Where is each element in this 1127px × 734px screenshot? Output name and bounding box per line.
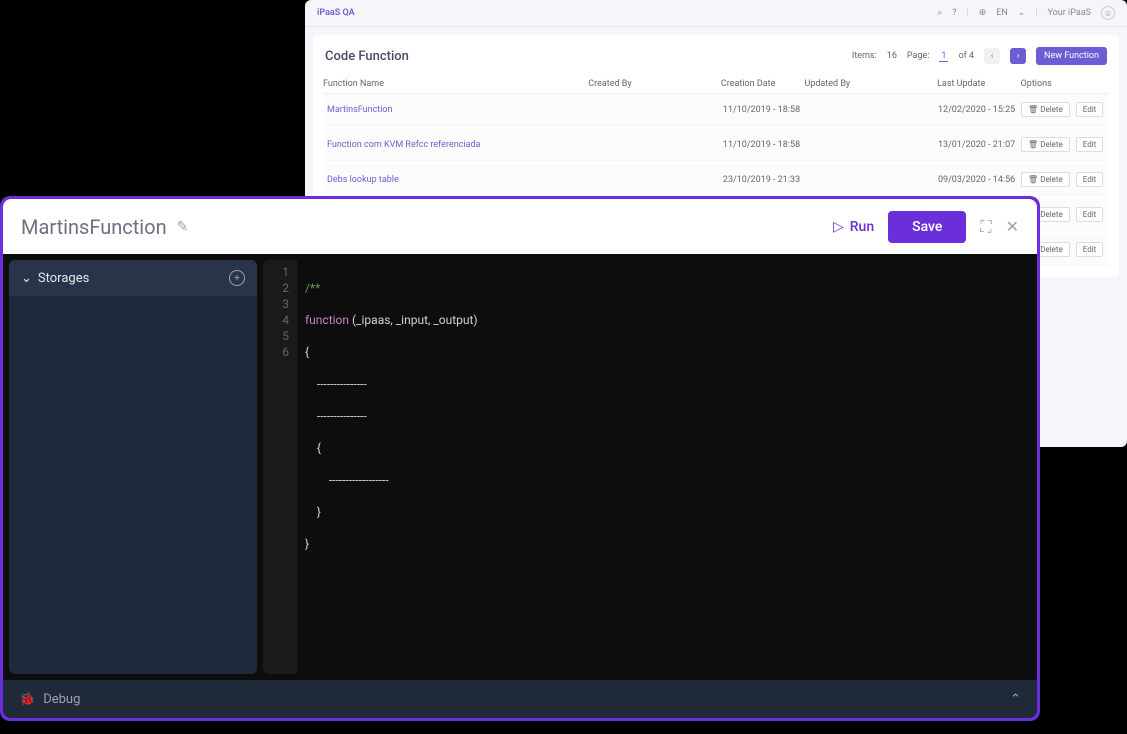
- cell-last-update: 13/01/2020 - 21:07: [938, 140, 1021, 150]
- delete-button[interactable]: 🗑 Delete: [1021, 102, 1070, 117]
- trash-icon: 🗑: [1028, 105, 1038, 114]
- save-button[interactable]: Save: [888, 211, 966, 243]
- add-storage-button[interactable]: +: [229, 270, 245, 286]
- app-header: iPaaS QA ⌕ ? | ⊕ EN ⌄ | Your iPaaS ☺: [305, 0, 1127, 27]
- new-function-button[interactable]: New Function: [1036, 47, 1107, 65]
- page-total: of 4: [958, 51, 974, 61]
- col-created-by: Created By: [588, 79, 721, 89]
- debug-label: Debug: [43, 692, 80, 707]
- trash-icon: 🗑: [1028, 140, 1038, 149]
- cell-last-update: 12/02/2020 - 15:25: [938, 105, 1021, 115]
- col-updated-by: Updated By: [804, 79, 937, 89]
- trash-icon: 🗑: [1028, 175, 1038, 184]
- language-label[interactable]: EN: [996, 8, 1008, 18]
- edit-button[interactable]: Edit: [1076, 102, 1104, 117]
- cell-name[interactable]: Function com KVM Refcc referenciada: [327, 140, 591, 150]
- table-row[interactable]: MartinsFunction 11/10/2019 - 18:58 12/02/2…: [323, 94, 1109, 126]
- bug-icon: 🐞: [19, 692, 35, 707]
- col-creation-date: Creation Date: [721, 79, 805, 89]
- col-function-name: Function Name: [323, 79, 588, 89]
- code-editor-panel: MartinsFunction ✎ ▷ Run Save ⛶ ✕ ⌄ Stora…: [0, 196, 1040, 721]
- cell-creation-date: 11/10/2019 - 18:58: [723, 140, 806, 150]
- table-header: Function Name Created By Creation Date U…: [323, 75, 1109, 94]
- chevron-up-icon[interactable]: ⌃: [1010, 692, 1021, 707]
- cell-creation-date: 23/10/2019 - 21:33: [723, 175, 806, 185]
- edit-title-icon[interactable]: ✎: [177, 219, 189, 235]
- chevron-down-icon[interactable]: ⌄: [21, 271, 32, 286]
- edit-button[interactable]: Edit: [1076, 172, 1104, 187]
- user-label: Your iPaaS: [1048, 8, 1091, 18]
- page-number[interactable]: 1: [939, 51, 948, 62]
- globe-icon: ⊕: [979, 8, 987, 18]
- code-editor[interactable]: 123456 /** function (_ipaas, _input, _ou…: [263, 260, 1031, 674]
- sidebar-title: Storages: [38, 271, 89, 286]
- items-label: Items:: [852, 51, 877, 61]
- run-button[interactable]: ▷ Run: [833, 219, 874, 235]
- avatar[interactable]: ☺: [1101, 6, 1115, 20]
- help-icon[interactable]: ?: [952, 8, 956, 18]
- edit-button[interactable]: Edit: [1076, 207, 1104, 222]
- page-label: Page:: [907, 51, 930, 61]
- editor-toolbar: MartinsFunction ✎ ▷ Run Save ⛶ ✕: [3, 199, 1037, 254]
- line-gutter: 123456: [263, 260, 297, 674]
- col-last-update: Last Update: [937, 79, 1021, 89]
- delete-button[interactable]: 🗑 Delete: [1021, 172, 1070, 187]
- table-row[interactable]: Function com KVM Refcc referenciada 11/10…: [323, 129, 1109, 161]
- cell-name[interactable]: Debs lookup table: [327, 175, 591, 185]
- chevron-down-icon: ⌄: [1018, 8, 1026, 18]
- storages-sidebar: ⌄ Storages +: [9, 260, 257, 674]
- col-options: Options: [1021, 79, 1109, 89]
- cell-name[interactable]: MartinsFunction: [327, 105, 591, 115]
- close-icon[interactable]: ✕: [1006, 217, 1019, 236]
- fullscreen-icon[interactable]: ⛶: [980, 217, 991, 237]
- cell-creation-date: 11/10/2019 - 18:58: [723, 105, 806, 115]
- edit-button[interactable]: Edit: [1076, 137, 1104, 152]
- page-title: Code Function: [325, 49, 409, 64]
- app-name: iPaaS QA: [317, 8, 355, 18]
- run-label: Run: [850, 219, 874, 235]
- cell-last-update: 09/03/2020 - 14:56: [938, 175, 1021, 185]
- edit-button[interactable]: Edit: [1076, 242, 1104, 257]
- page-prev-button[interactable]: ‹: [984, 48, 1000, 64]
- items-count: 16: [887, 51, 897, 61]
- search-icon[interactable]: ⌕: [937, 8, 942, 18]
- debug-bar[interactable]: 🐞 Debug ⌃: [3, 680, 1037, 718]
- play-icon: ▷: [833, 219, 844, 235]
- page-next-button[interactable]: ›: [1010, 48, 1026, 64]
- delete-button[interactable]: 🗑 Delete: [1021, 137, 1070, 152]
- editor-title: MartinsFunction: [21, 215, 167, 239]
- code-content[interactable]: /** function (_ipaas, _input, _output) {…: [297, 260, 1031, 674]
- table-row[interactable]: Debs lookup table 23/10/2019 - 21:33 09/03…: [323, 164, 1109, 196]
